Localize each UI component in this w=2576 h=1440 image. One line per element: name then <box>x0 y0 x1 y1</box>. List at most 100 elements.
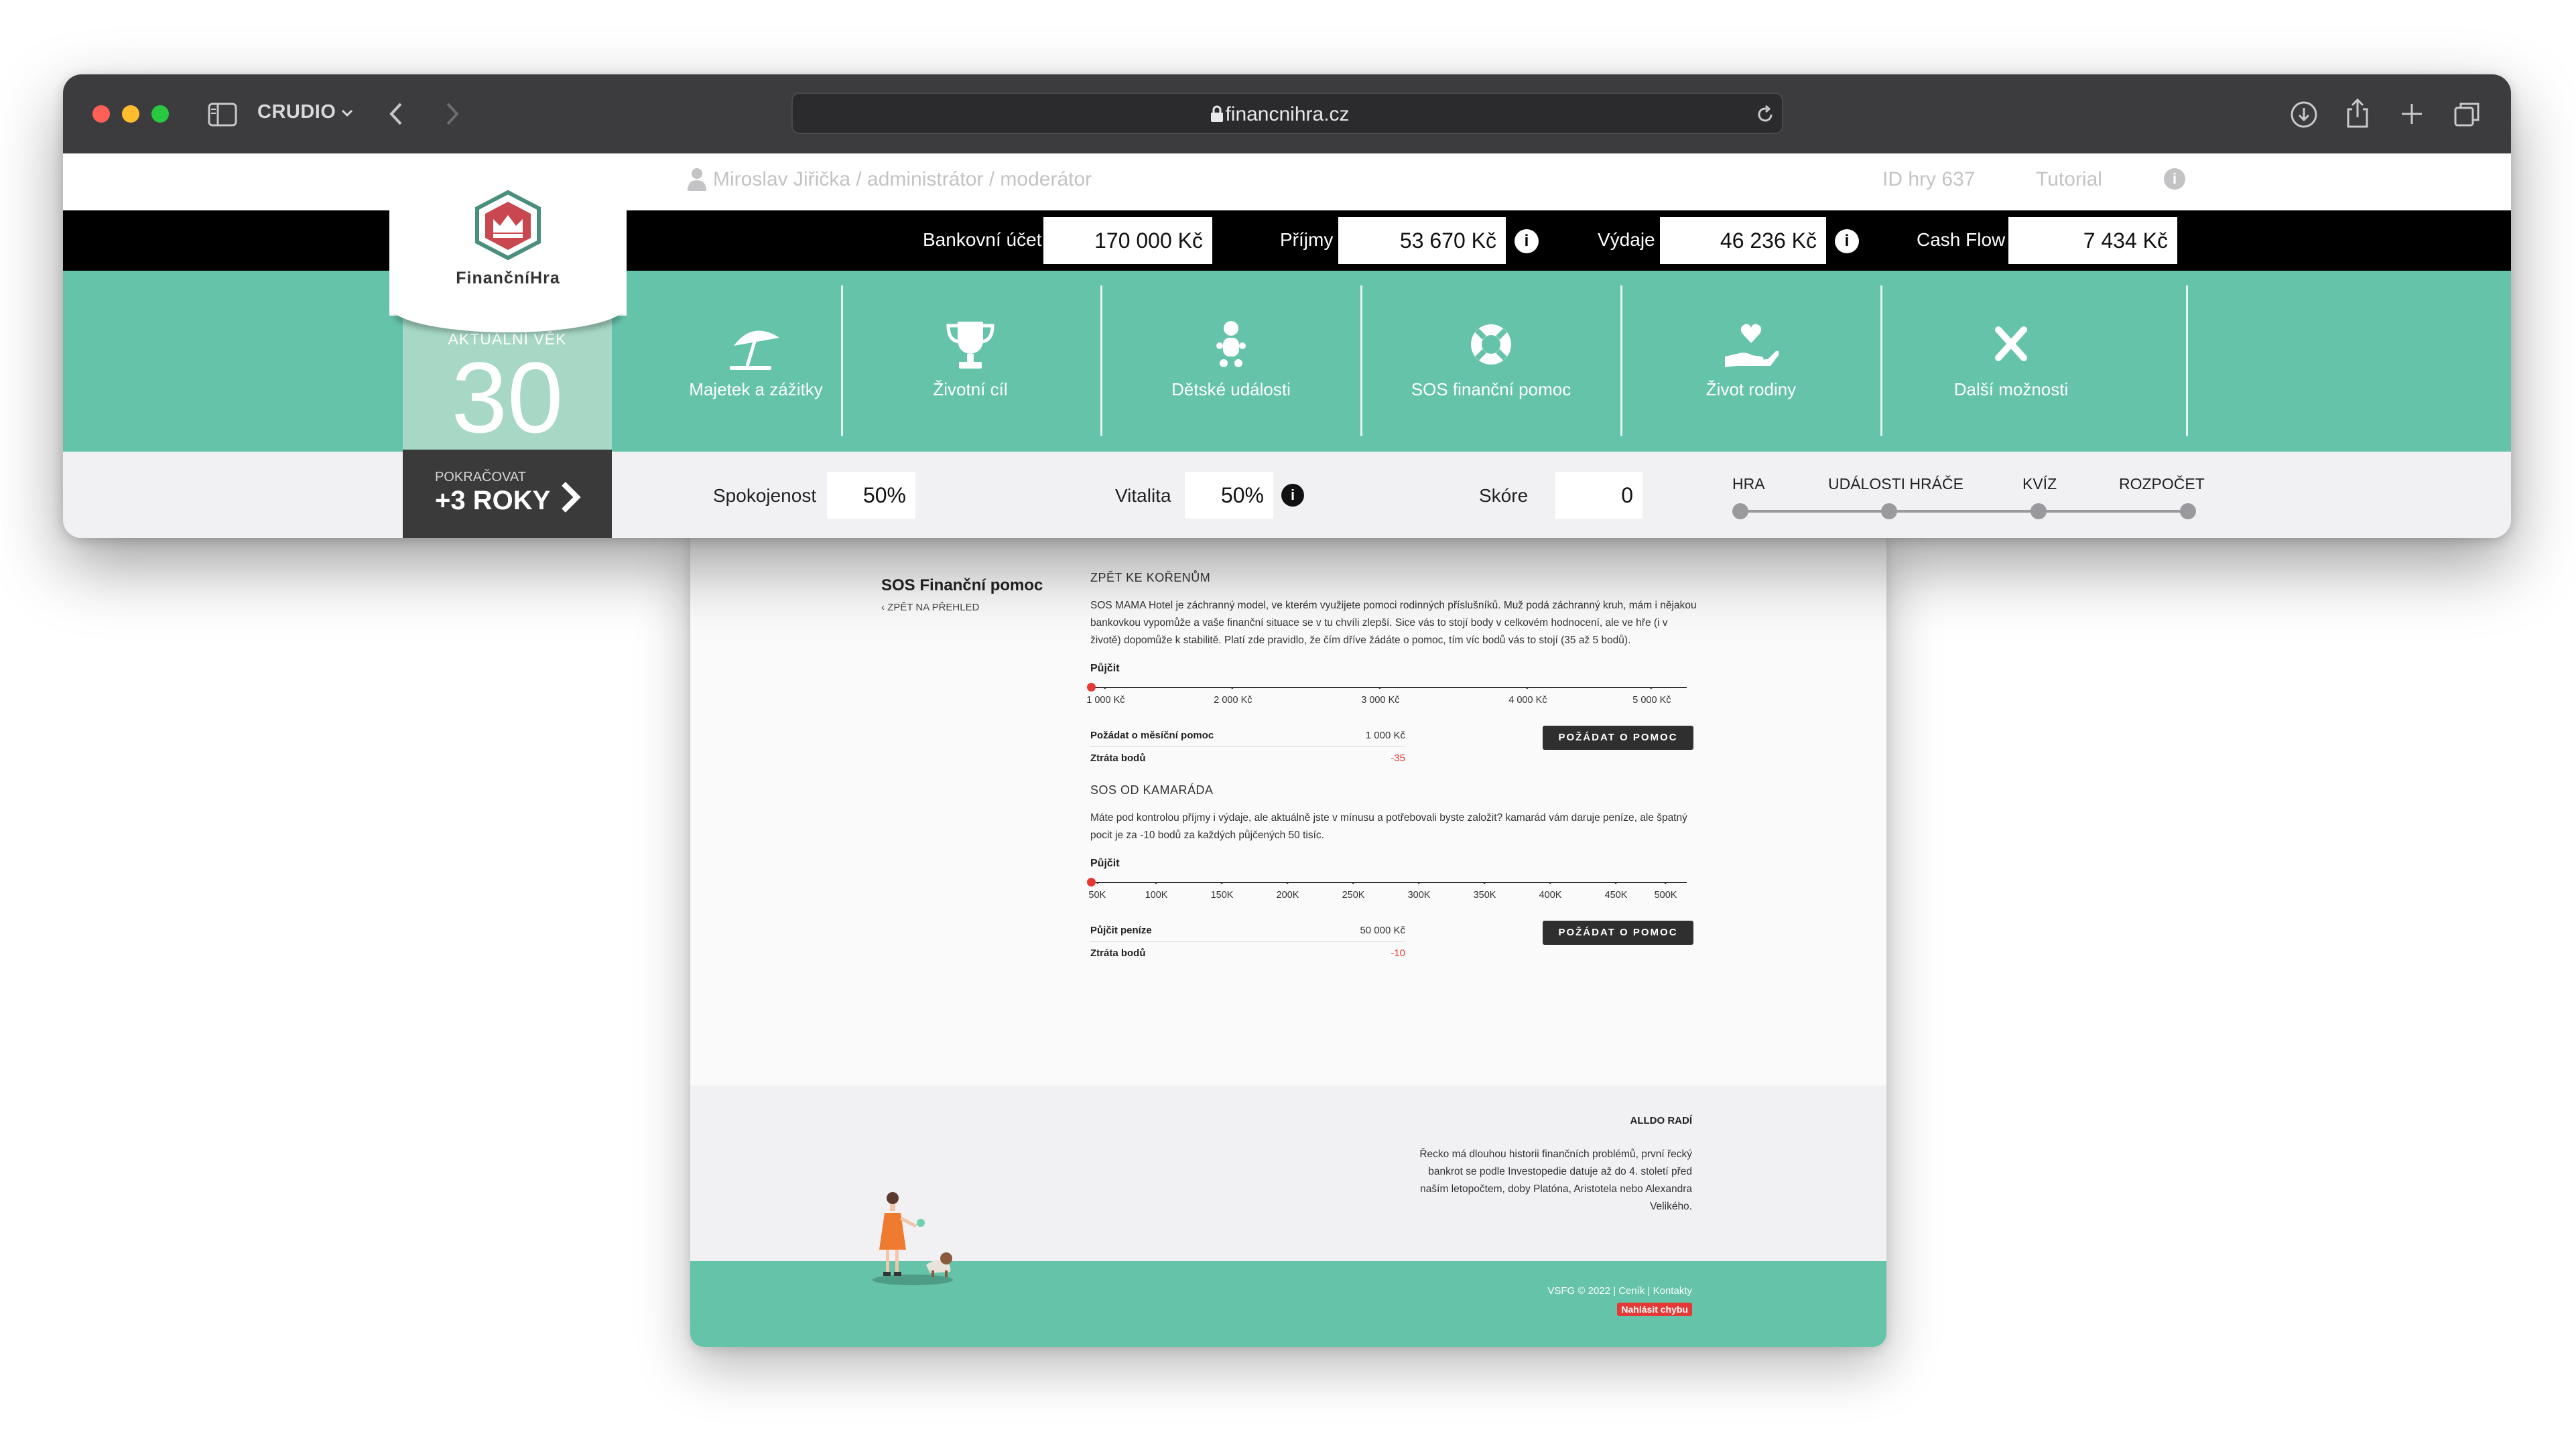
help-sections: ZPĚT KE KOŘENŮM SOS MAMA Hotel je záchra… <box>1086 571 1714 965</box>
slider-tick: 400K <box>1539 882 1562 901</box>
share-icon[interactable] <box>2344 97 2371 129</box>
vitality-label: Vitalita <box>1115 485 1171 506</box>
page-content-card: SOS Finanční pomoc ‹ ZPĚT NA PŘEHLED ZPĚ… <box>690 529 1886 1347</box>
slider-tick: 5 000 Kč <box>1632 687 1671 706</box>
info-icon[interactable]: i <box>2164 168 2185 190</box>
sidebar-toggle-icon[interactable] <box>208 103 237 127</box>
nav-child-events[interactable]: Dětské události <box>1101 285 1361 440</box>
slider-tick: 2 000 Kč <box>1214 687 1252 706</box>
progress-step-game[interactable]: HRA <box>1732 475 1765 493</box>
nav-sos-help[interactable]: SOS finanční pomoc <box>1361 285 1621 440</box>
borrow-slider-friend[interactable]: 50K 100K 150K 200K 250K 300K 350K 400K 4… <box>1087 875 1687 905</box>
game-id: ID hry 637 <box>1882 168 1976 190</box>
nav-family-life[interactable]: Život rodiny <box>1621 285 1881 440</box>
close-icon <box>1995 326 2027 361</box>
income-label: Příjmy <box>1280 229 1334 250</box>
page-title: SOS Finanční pomoc <box>881 576 1043 594</box>
slider-handle[interactable] <box>1087 878 1096 887</box>
borrow-label: Půjčit <box>1090 663 1120 674</box>
new-tab-icon[interactable] <box>2399 101 2425 127</box>
slider-track <box>1090 882 1687 883</box>
loss-value: -10 <box>1391 947 1405 959</box>
trophy-icon <box>946 322 994 369</box>
slider-handle[interactable] <box>1087 683 1096 692</box>
slider-tick: 300K <box>1407 882 1431 901</box>
logo-text: FinančníHra <box>456 269 560 287</box>
income-info-icon[interactable]: i <box>1515 229 1539 253</box>
loss-label: Ztráta bodů <box>1090 752 1146 764</box>
slider-track <box>1090 687 1687 688</box>
expenses-info-icon[interactable]: i <box>1835 229 1859 253</box>
tab-overview-icon[interactable] <box>2453 100 2482 128</box>
tips-title: ALLDO RADÍ <box>1630 1115 1693 1126</box>
back-arrow-icon[interactable] <box>387 101 406 127</box>
crown-logo-icon[interactable] <box>469 188 547 262</box>
score-value: 0 <box>1555 472 1643 519</box>
slider-tick: 4 000 Kč <box>1508 687 1547 706</box>
tab-group-name[interactable]: CRUDIO <box>257 101 336 123</box>
progress-step-quiz[interactable]: KVÍZ <box>2022 475 2057 493</box>
vitality-value: 50% <box>1185 472 1273 519</box>
slider-tick: 100K <box>1145 882 1168 901</box>
vitality-info-icon[interactable]: i <box>1281 484 1304 507</box>
cashflow-value: 7 434 Kč <box>2008 217 2177 264</box>
address-bar[interactable]: financnihra.cz <box>791 92 1783 134</box>
slider-tick: 1 000 Kč <box>1086 687 1125 706</box>
tips-text: Řecko má dlouhou historii finančních pro… <box>1419 1149 1692 1212</box>
user-icon <box>688 168 706 191</box>
girl-with-dog-illustration <box>873 1192 953 1285</box>
slider-tick: 50K <box>1088 882 1106 901</box>
current-age-value: 30 <box>451 341 564 454</box>
friend-help-button[interactable]: POŽÁDAT O POMOC <box>1543 921 1693 945</box>
progress-dot[interactable] <box>2031 503 2047 519</box>
continue-value: +3 ROKY <box>435 486 551 515</box>
section-text-roots: SOS MAMA Hotel je záchranný model, ve kt… <box>1090 600 1697 646</box>
maximize-window-button[interactable] <box>151 105 169 123</box>
expenses-label: Výdaje <box>1598 229 1655 250</box>
slider-tick: 200K <box>1276 882 1299 901</box>
screenshot-stage: SOS Finanční pomoc ‹ ZPĚT NA PŘEHLED ZPĚ… <box>0 0 2576 1440</box>
progress-dot[interactable] <box>1881 503 1897 519</box>
download-icon[interactable] <box>2289 100 2319 129</box>
browser-window: CRUDIO financnihra.cz Miroslav Jiřička /… <box>63 74 2511 538</box>
nav-divider <box>2186 285 2188 436</box>
progress-step-budget[interactable]: ROZPOČET <box>2119 475 2205 493</box>
continue-button[interactable]: POKRAČOVAT +3 ROKY <box>403 450 612 538</box>
forward-arrow-icon[interactable] <box>442 101 461 127</box>
url-text: financnihra.cz <box>1225 103 1350 125</box>
progress-step-player-events[interactable]: UDÁLOSTI HRÁČE <box>1828 475 1963 493</box>
close-window-button[interactable] <box>92 105 110 123</box>
slider-tick: 150K <box>1210 882 1234 901</box>
progress-dot[interactable] <box>1732 503 1748 519</box>
lend-value: 50 000 Kč <box>1360 925 1405 936</box>
slider-tick: 3 000 Kč <box>1361 687 1400 706</box>
section-text-friend: Máte pod kontrolou příjmy i výdaje, ale … <box>1090 812 1687 841</box>
bank-account-value: 170 000 Kč <box>1043 217 1212 264</box>
user-bar: Miroslav Jiřička / administrátor / moder… <box>63 153 2511 210</box>
request-help-button[interactable]: POŽÁDAT O POMOC <box>1543 726 1693 750</box>
progress-dot[interactable] <box>2180 503 2196 519</box>
expenses-value: 46 236 Kč <box>1660 217 1826 264</box>
borrow-label: Půjčit <box>1090 858 1120 869</box>
back-to-overview-link[interactable]: ‹ ZPĚT NA PŘEHLED <box>881 602 979 613</box>
request-label: Požádat o měsíční pomoc <box>1090 730 1214 741</box>
baby-icon <box>1216 321 1246 367</box>
bank-account-label: Bankovní účet <box>923 229 1042 250</box>
heart-hand-icon <box>1725 324 1779 367</box>
reload-icon[interactable] <box>1755 105 1775 125</box>
income-value: 53 670 Kč <box>1338 217 1506 264</box>
minimize-window-button[interactable] <box>122 105 139 123</box>
request-row: Požádat o měsíční pomoc 1 000 Kč POŽÁDAT… <box>1090 724 1700 750</box>
lend-label: Půjčit peníze <box>1090 925 1152 936</box>
section-heading-friend: SOS OD KAMARÁDA <box>1090 783 1214 797</box>
footer-links[interactable]: VSFG © 2022 | Ceník | Kontakty <box>1547 1285 1692 1297</box>
nav-life-goal[interactable]: Životní cíl <box>840 285 1100 440</box>
chevron-down-icon[interactable] <box>340 108 354 119</box>
borrow-slider-family[interactable]: 1 000 Kč 2 000 Kč 3 000 Kč 4 000 Kč 5 00… <box>1086 680 1687 710</box>
nav-more-options[interactable]: Další možnosti <box>1881 285 2141 440</box>
browser-titlebar: CRUDIO financnihra.cz <box>63 74 2511 153</box>
tutorial-link[interactable]: Tutorial <box>2036 168 2102 191</box>
slider-tick: 450K <box>1604 882 1628 901</box>
report-bug-link[interactable]: Nahlásit chybu <box>1617 1303 1692 1316</box>
cashflow-label: Cash Flow <box>1917 229 2006 250</box>
